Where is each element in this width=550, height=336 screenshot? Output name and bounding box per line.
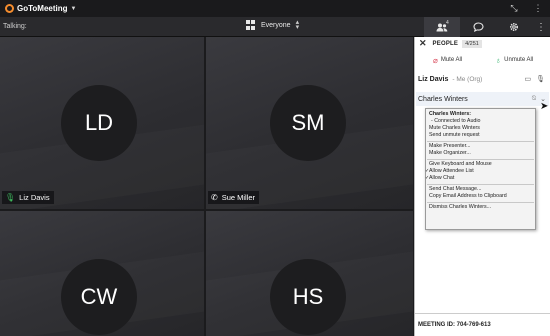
menu-item-allow-chat[interactable]: Allow Chat [425, 175, 535, 182]
window-buttons: ⤡ ⋮ [502, 0, 550, 17]
participant-row-selected[interactable]: Charles Winters ⍉ ⌄ [416, 92, 549, 106]
participant-nametag: ✆ Sue Miller [208, 191, 260, 204]
menu-divider [427, 140, 534, 142]
people-button[interactable]: 4 [424, 17, 460, 37]
title-bar: GoToMeeting ▼ ⤡ ⋮ [0, 0, 550, 17]
microphone-icon: 🎙 [536, 76, 545, 83]
avatar: LD [61, 85, 137, 161]
unmute-all-button[interactable]: ♁ Unmute All [495, 54, 533, 66]
chevron-down-icon: ▼ [70, 5, 77, 12]
avatar: HS [270, 259, 346, 335]
talking-label: Talking: [3, 23, 27, 30]
panel-header: ✕ PEOPLE 4/251 [415, 37, 550, 50]
meeting-id-footer: MEETING ID: 704-769-613 [415, 313, 550, 336]
screen-icon: ▭ [524, 76, 532, 83]
menu-item-send-chat[interactable]: Send Chat Message... [426, 186, 535, 193]
gear-icon [509, 22, 519, 32]
microphone-icon: 🎙 [5, 193, 16, 202]
view-selector[interactable]: Everyone ▴ ▾ [246, 19, 300, 31]
up-down-arrows-icon: ▴ ▾ [295, 19, 300, 31]
close-icon[interactable]: ✕ [419, 38, 427, 49]
chat-button[interactable] [460, 17, 496, 37]
menu-item-mute[interactable]: Mute Charles Winters [426, 125, 535, 132]
toolbar: Talking: Everyone ▴ ▾ 4 ⋮ [0, 17, 550, 37]
menu-divider [427, 201, 534, 203]
video-tile[interactable]: LD 🎙 Liz Davis [0, 37, 204, 209]
menu-audio-status: - Connected to Audio [431, 118, 481, 124]
participant-name: Liz Davis [19, 193, 50, 202]
menu-divider [427, 158, 534, 160]
view-selector-label: Everyone [261, 21, 291, 29]
app-title: GoToMeeting [17, 4, 68, 13]
video-tile[interactable]: HS [206, 211, 413, 336]
participant-row-self[interactable]: Liz Davis - Me (Org) ▭ 🎙 [418, 74, 550, 84]
participant-nametag: 🎙 Liz Davis [2, 191, 54, 204]
participant-role: - Me (Org) [452, 75, 483, 83]
avatar: SM [270, 85, 346, 161]
participant-status-icons: ▭ 🎙 [524, 75, 545, 83]
menu-divider [427, 183, 534, 185]
attendee-count-badge: 4/251 [462, 39, 482, 48]
menu-header: Charles Winters: [429, 111, 472, 117]
chat-icon [472, 22, 484, 32]
meeting-id: MEETING ID: 704-769-613 [418, 322, 491, 328]
menu-item-make-organizer[interactable]: Make Organizer... [426, 150, 535, 157]
mute-all-button[interactable]: ⌀ Mute All [433, 54, 462, 66]
video-tile[interactable]: CW [0, 211, 204, 336]
toolbar-right: 4 ⋮ [424, 17, 550, 37]
menu-item-allow-attendee-list[interactable]: Allow Attendee List [425, 168, 535, 175]
mute-all-label: Mute All [440, 57, 463, 63]
menu-item-give-keyboard[interactable]: Give Keyboard and Mouse [426, 161, 535, 168]
menu-item-unmute-request[interactable]: Send unmute request [426, 132, 535, 139]
more-vertical-icon: ⋮ [536, 21, 546, 33]
video-tile[interactable]: SM ✆ Sue Miller [206, 37, 413, 209]
mic-muted-icon[interactable]: ⍉ [532, 95, 536, 103]
phone-icon: ✆ [211, 193, 218, 202]
mouse-cursor-icon: ➤ [540, 101, 549, 112]
more-icon[interactable]: ⋮ [526, 0, 550, 17]
mic-off-icon: ⌀ [433, 55, 438, 65]
settings-button[interactable] [496, 17, 532, 37]
video-grid: LD 🎙 Liz Davis SM ✆ Sue Miller CW HS [0, 37, 413, 336]
participant-context-menu: Charles Winters: - Connected to Audio Mu… [425, 108, 536, 230]
grid-view-icon [246, 20, 256, 30]
participant-name: Sue Miller [221, 193, 256, 202]
participant-name: Charles Winters [418, 95, 468, 103]
menu-item-copy-email[interactable]: Copy Email Address to Clipboard [426, 193, 535, 200]
participant-name: Liz Davis [418, 75, 449, 83]
app-menu[interactable]: GoToMeeting ▼ [5, 4, 76, 13]
menu-item-make-presenter[interactable]: Make Presenter... [426, 143, 535, 150]
people-count: 4 [446, 20, 449, 26]
gotomeeting-window: GoToMeeting ▼ ⤡ ⋮ Talking: Everyone ▴ ▾ 4 [0, 0, 550, 336]
gotomeeting-logo-icon [5, 4, 14, 13]
menu-item-dismiss[interactable]: Dismiss Charles Winters... [426, 204, 535, 211]
unmute-all-label: Unmute All [504, 57, 534, 63]
overflow-menu-button[interactable]: ⋮ [532, 17, 550, 37]
panel-title: PEOPLE [432, 40, 459, 47]
mute-controls: ⌀ Mute All ♁ Unmute All [415, 54, 550, 66]
avatar: CW [61, 259, 137, 335]
restore-icon[interactable]: ⤡ [502, 0, 526, 17]
mic-icon: ♁ [495, 55, 502, 65]
